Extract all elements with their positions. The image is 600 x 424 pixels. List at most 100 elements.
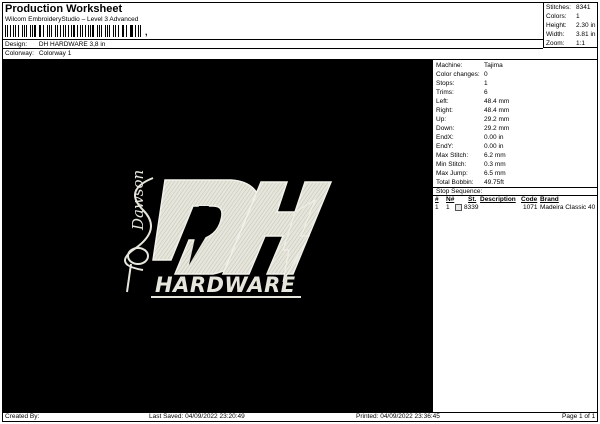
- signature-text: Dawson: [129, 170, 147, 231]
- machine-info-row: Down: 29.2 mm: [436, 125, 509, 133]
- barcode-bar: [109, 25, 110, 37]
- barcode: [5, 25, 143, 37]
- design-artwork: Dawson HARDWARE: [124, 170, 333, 298]
- barcode-bar: [81, 25, 83, 37]
- barcode-bar: [88, 25, 89, 37]
- machine-info-value: 1: [484, 80, 488, 87]
- machine-info-label: Max Jump:: [436, 170, 468, 177]
- machine-info-value: Tajima: [484, 62, 503, 69]
- colorway-row: Colorway: Colorway 1: [5, 50, 71, 57]
- barcode-bar: [48, 25, 50, 37]
- machine-info-value: 49.75ft: [484, 179, 504, 186]
- stop-sequence-heading: Stop Sequence:: [432, 187, 598, 196]
- barcode-bar: [5, 25, 6, 37]
- machine-info-value: 29.2 mm: [484, 125, 510, 132]
- barcode-bar: [13, 25, 14, 37]
- zoom-row: Zoom: 1:1: [546, 40, 585, 47]
- machine-info-row: Total Bobbin: 49.75ft: [436, 179, 504, 187]
- barcode-bar: [84, 25, 86, 37]
- barcode-bar: [92, 25, 94, 37]
- row-stitches: 8339: [464, 204, 479, 211]
- divider: [2, 48, 543, 49]
- page-number: Page 1 of 1: [562, 413, 596, 420]
- barcode-bar: [14, 25, 17, 37]
- machine-info-value: 0.00 in: [484, 143, 504, 150]
- height-value: 2.30 in: [576, 22, 596, 29]
- col-num: #: [435, 196, 439, 203]
- colorway-value: Colorway 1: [38, 50, 72, 57]
- width-label: Width:: [546, 31, 565, 38]
- machine-info-row: Trims: 6: [436, 89, 488, 97]
- machine-info-row: Machine: Tajima: [436, 62, 503, 70]
- printed-date: Printed: 04/09/2022 23:36:45: [356, 413, 440, 420]
- machine-info-label: Total Bobbin:: [436, 179, 474, 186]
- machine-info-value: 6.2 mm: [484, 152, 506, 159]
- barcode-bar: [67, 25, 69, 37]
- colorway-label: Colorway:: [5, 50, 34, 57]
- machine-info-label: Machine:: [436, 62, 463, 69]
- barcode-bar: [65, 25, 66, 37]
- col-brand: Brand: [540, 196, 559, 203]
- machine-info-label: EndY:: [436, 143, 454, 150]
- machine-info-row: Stops: 1: [436, 80, 488, 88]
- page-title: Production Worksheet: [5, 3, 123, 15]
- barcode-bar: [40, 25, 41, 37]
- barcode-bar: [131, 25, 133, 37]
- design-preview: Dawson HARDWARE: [3, 60, 432, 412]
- machine-info-label: EndX:: [436, 134, 454, 141]
- barcode-bar: [71, 25, 73, 37]
- barcode-bar: [29, 25, 31, 37]
- zoom-value: 1:1: [576, 40, 586, 47]
- barcode-bar: [31, 25, 33, 37]
- barcode-bar: [46, 25, 48, 37]
- machine-info-label: Color changes:: [436, 71, 480, 78]
- machine-info-label: Trims:: [436, 89, 454, 96]
- machine-info-value: 6.5 mm: [484, 170, 506, 177]
- stitches-row: Stitches: 8341: [546, 4, 590, 11]
- thread-swatch: [455, 204, 462, 211]
- barcode-bar: [57, 25, 58, 37]
- barcode-bar: [34, 25, 36, 37]
- barcode-bar: [112, 25, 115, 37]
- stitches-label: Stitches:: [546, 4, 571, 11]
- barcode-bar: [54, 25, 57, 37]
- barcode-bar: [9, 25, 11, 37]
- barcode-bar: [42, 25, 44, 37]
- machine-info-row: Max Jump: 6.5 mm: [436, 170, 506, 178]
- machine-info-row: Right: 48.4 mm: [436, 107, 509, 115]
- barcode-bar: [106, 25, 108, 37]
- col-description: Description: [480, 196, 516, 203]
- machine-info-label: Min Stitch:: [436, 161, 467, 168]
- width-value: 3.81 in: [576, 31, 596, 38]
- machine-info-value: 48.4 mm: [484, 98, 510, 105]
- machine-info-row: EndX: 0.00 in: [436, 134, 504, 142]
- created-by: Created By:: [5, 413, 40, 420]
- barcode-bar: [76, 25, 78, 37]
- machine-info-row: Up: 29.2 mm: [436, 116, 509, 124]
- machine-info-label: Down:: [436, 125, 455, 132]
- machine-info-label: Right:: [436, 107, 453, 114]
- row-code: 1071: [523, 204, 538, 211]
- barcode-bar: [125, 25, 127, 37]
- height-row: Height: 2.30 in: [546, 22, 596, 29]
- barcode-bar: [129, 25, 131, 37]
- barcode-bar: [123, 25, 124, 37]
- zoom-label: Zoom:: [546, 40, 565, 47]
- divider: [2, 39, 543, 40]
- machine-info-row: Color changes: 0: [436, 71, 488, 79]
- colors-value: 1: [576, 13, 580, 20]
- col-code: Code: [521, 196, 538, 203]
- barcode-bar: [115, 25, 116, 37]
- barcode-bar: [26, 25, 27, 37]
- barcode-bar: [73, 25, 75, 37]
- barcode-bar: [18, 25, 19, 37]
- machine-info-row: Max Stitch: 6.2 mm: [436, 152, 506, 160]
- barcode-bar: [21, 25, 23, 37]
- barcode-bar: [134, 25, 136, 37]
- machine-info-label: Left:: [436, 98, 449, 105]
- footer-divider: [2, 412, 598, 413]
- design-value: DH HARDWARE 3,8 in: [38, 41, 106, 48]
- row-n: 1: [446, 204, 450, 211]
- barcode-bar: [23, 25, 25, 37]
- barcode-bar: [121, 25, 123, 37]
